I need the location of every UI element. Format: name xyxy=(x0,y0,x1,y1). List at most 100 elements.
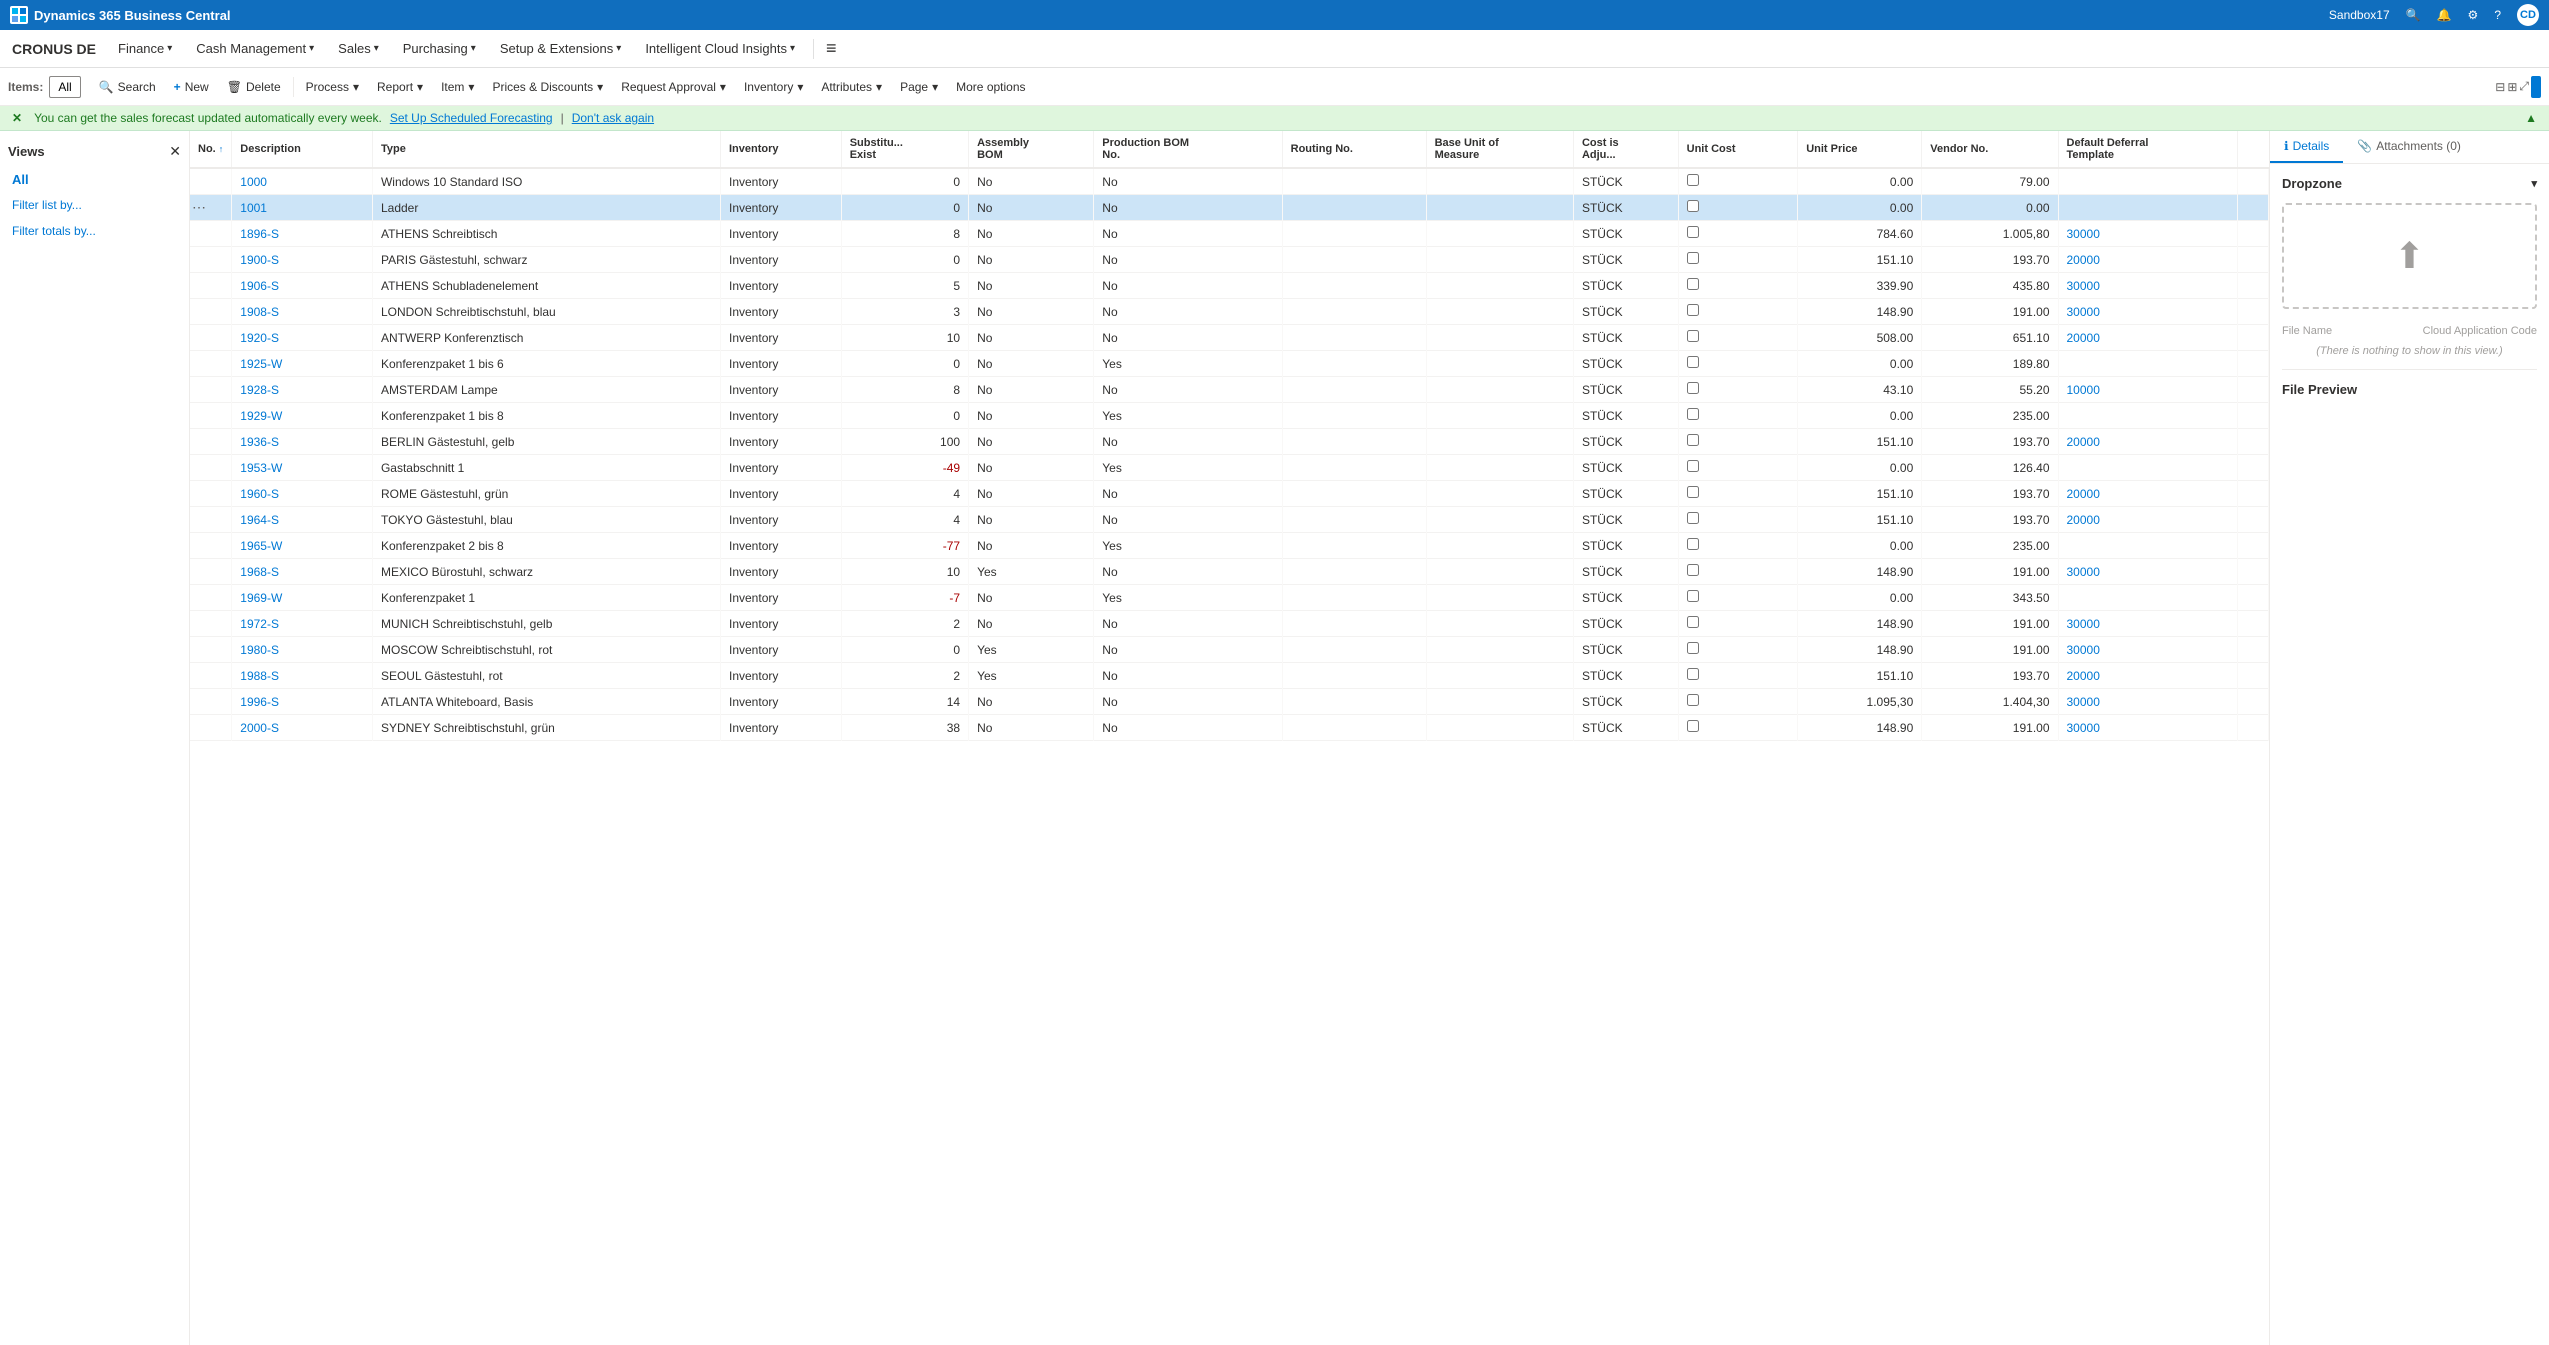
vendor-link[interactable]: 30000 xyxy=(2067,279,2100,293)
col-description[interactable]: Description xyxy=(232,131,373,168)
table-cell[interactable]: 30000 xyxy=(2058,299,2238,325)
table-cell[interactable] xyxy=(1678,481,1798,507)
tab-attachments[interactable]: 📎 Attachments (0) xyxy=(2343,131,2475,163)
table-cell[interactable] xyxy=(1678,221,1798,247)
table-cell[interactable]: 1953-W xyxy=(232,455,373,481)
table-cell[interactable]: 1908-S xyxy=(232,299,373,325)
table-cell[interactable] xyxy=(1678,455,1798,481)
table-cell[interactable] xyxy=(1678,168,1798,195)
banner-close-button[interactable]: ✕ xyxy=(12,111,22,125)
table-cell[interactable]: 20000 xyxy=(2058,663,2238,689)
vendor-link[interactable]: 20000 xyxy=(2067,669,2100,683)
col-routing[interactable]: Routing No. xyxy=(1282,131,1426,168)
table-row[interactable]: ⋯1001LadderInventory0NoNoSTÜCK0.000.00 xyxy=(190,195,2269,221)
table-cell[interactable]: 20000 xyxy=(2058,247,2238,273)
table-cell[interactable]: 1920-S xyxy=(232,325,373,351)
table-cell[interactable]: 1996-S xyxy=(232,689,373,715)
table-cell[interactable]: 20000 xyxy=(2058,481,2238,507)
help-icon[interactable]: ? xyxy=(2494,8,2501,22)
col-production[interactable]: Production BOMNo. xyxy=(1094,131,1282,168)
table-cell[interactable] xyxy=(1678,377,1798,403)
search-icon[interactable]: 🔍 xyxy=(2406,8,2421,22)
sidebar-close-button[interactable]: ✕ xyxy=(169,143,181,160)
hamburger-menu[interactable]: ≡ xyxy=(826,38,837,59)
table-row[interactable]: ⋯1936-SBERLIN Gästestuhl, gelbInventory1… xyxy=(190,429,2269,455)
col-assembly[interactable]: AssemblyBOM xyxy=(969,131,1094,168)
cost-adj-checkbox[interactable] xyxy=(1687,460,1699,472)
table-row[interactable]: ⋯1925-WKonferenzpaket 1 bis 6Inventory0N… xyxy=(190,351,2269,377)
table-cell[interactable]: 1001 xyxy=(232,195,373,221)
table-row[interactable]: ⋯1996-SATLANTA Whiteboard, BasisInventor… xyxy=(190,689,2269,715)
table-row[interactable]: ⋯2000-SSYDNEY Schreibtischstuhl, grünInv… xyxy=(190,715,2269,741)
table-cell[interactable]: 30000 xyxy=(2058,715,2238,741)
table-cell[interactable]: 30000 xyxy=(2058,273,2238,299)
vendor-link[interactable]: 20000 xyxy=(2067,487,2100,501)
table-cell[interactable] xyxy=(1678,273,1798,299)
table-row[interactable]: ⋯1900-SPARIS Gästestuhl, schwarzInventor… xyxy=(190,247,2269,273)
nav-sales[interactable]: Sales ▾ xyxy=(328,37,389,60)
table-row[interactable]: ⋯1928-SAMSTERDAM LampeInventory8NoNoSTÜC… xyxy=(190,377,2269,403)
table-cell[interactable]: 1968-S xyxy=(232,559,373,585)
item-no-link[interactable]: 1988-S xyxy=(240,669,279,683)
table-cell[interactable]: 2000-S xyxy=(232,715,373,741)
item-no-link[interactable]: 1968-S xyxy=(240,565,279,579)
table-cell[interactable] xyxy=(1678,663,1798,689)
table-cell[interactable]: 30000 xyxy=(2058,221,2238,247)
tab-details[interactable]: ℹ Details xyxy=(2270,131,2343,163)
cost-adj-checkbox[interactable] xyxy=(1687,694,1699,706)
vendor-link[interactable]: 20000 xyxy=(2067,435,2100,449)
banner-collapse[interactable]: ▲ xyxy=(2525,111,2537,125)
cost-adj-checkbox[interactable] xyxy=(1687,226,1699,238)
table-cell[interactable]: 1980-S xyxy=(232,637,373,663)
panel-toggle-icon[interactable] xyxy=(2531,76,2541,98)
item-no-link[interactable]: 1972-S xyxy=(240,617,279,631)
item-no-link[interactable]: 1900-S xyxy=(240,253,279,267)
table-cell[interactable] xyxy=(1678,533,1798,559)
table-row[interactable]: ⋯1988-SSEOUL Gästestuhl, rotInventory2Ye… xyxy=(190,663,2269,689)
cost-adj-checkbox[interactable] xyxy=(1687,564,1699,576)
table-cell[interactable]: 20000 xyxy=(2058,325,2238,351)
vendor-link[interactable]: 30000 xyxy=(2067,721,2100,735)
table-cell[interactable] xyxy=(1678,715,1798,741)
row-options-icon[interactable]: ⋯ xyxy=(192,199,206,215)
cost-adj-checkbox[interactable] xyxy=(1687,434,1699,446)
cost-adj-checkbox[interactable] xyxy=(1687,356,1699,368)
item-no-link[interactable]: 1929-W xyxy=(240,409,282,423)
table-row[interactable]: ⋯1929-WKonferenzpaket 1 bis 8Inventory0N… xyxy=(190,403,2269,429)
bell-icon[interactable]: 🔔 xyxy=(2437,8,2452,22)
vendor-link[interactable]: 30000 xyxy=(2067,643,2100,657)
col-vendor[interactable]: Vendor No. xyxy=(1922,131,2058,168)
report-button[interactable]: Report ▾ xyxy=(369,76,431,98)
table-cell[interactable]: 1900-S xyxy=(232,247,373,273)
item-no-link[interactable]: 1969-W xyxy=(240,591,282,605)
item-no-link[interactable]: 1906-S xyxy=(240,279,279,293)
sidebar-filter-list[interactable]: Filter list by... xyxy=(8,195,181,215)
fullscreen-icon[interactable]: ⤢ xyxy=(2519,79,2529,94)
table-cell[interactable] xyxy=(1678,247,1798,273)
table-cell[interactable]: 10000 xyxy=(2058,377,2238,403)
table-cell[interactable] xyxy=(1678,429,1798,455)
item-button[interactable]: Item ▾ xyxy=(433,76,482,98)
banner-dismiss[interactable]: Don't ask again xyxy=(572,111,654,125)
cost-adj-checkbox[interactable] xyxy=(1687,200,1699,212)
inventory-button[interactable]: Inventory ▾ xyxy=(736,76,811,98)
table-cell[interactable] xyxy=(1678,507,1798,533)
approval-button[interactable]: Request Approval ▾ xyxy=(613,76,734,98)
table-cell[interactable] xyxy=(1678,299,1798,325)
table-cell[interactable]: 30000 xyxy=(2058,637,2238,663)
dropzone-area[interactable]: ⬆ xyxy=(2282,203,2537,309)
table-cell[interactable]: 30000 xyxy=(2058,559,2238,585)
item-no-link[interactable]: 1001 xyxy=(240,201,267,215)
table-cell[interactable]: 30000 xyxy=(2058,611,2238,637)
table-row[interactable]: ⋯1953-WGastabschnitt 1Inventory-49NoYesS… xyxy=(190,455,2269,481)
col-costadj[interactable]: Cost isAdju... xyxy=(1573,131,1678,168)
table-cell[interactable]: 1929-W xyxy=(232,403,373,429)
cost-adj-checkbox[interactable] xyxy=(1687,616,1699,628)
prices-button[interactable]: Prices & Discounts ▾ xyxy=(484,76,611,98)
filter-all-button[interactable]: All xyxy=(49,76,80,98)
nav-finance[interactable]: Finance ▾ xyxy=(108,37,182,60)
cost-adj-checkbox[interactable] xyxy=(1687,304,1699,316)
table-cell[interactable]: 1928-S xyxy=(232,377,373,403)
table-cell[interactable] xyxy=(1678,195,1798,221)
table-cell[interactable]: 1960-S xyxy=(232,481,373,507)
